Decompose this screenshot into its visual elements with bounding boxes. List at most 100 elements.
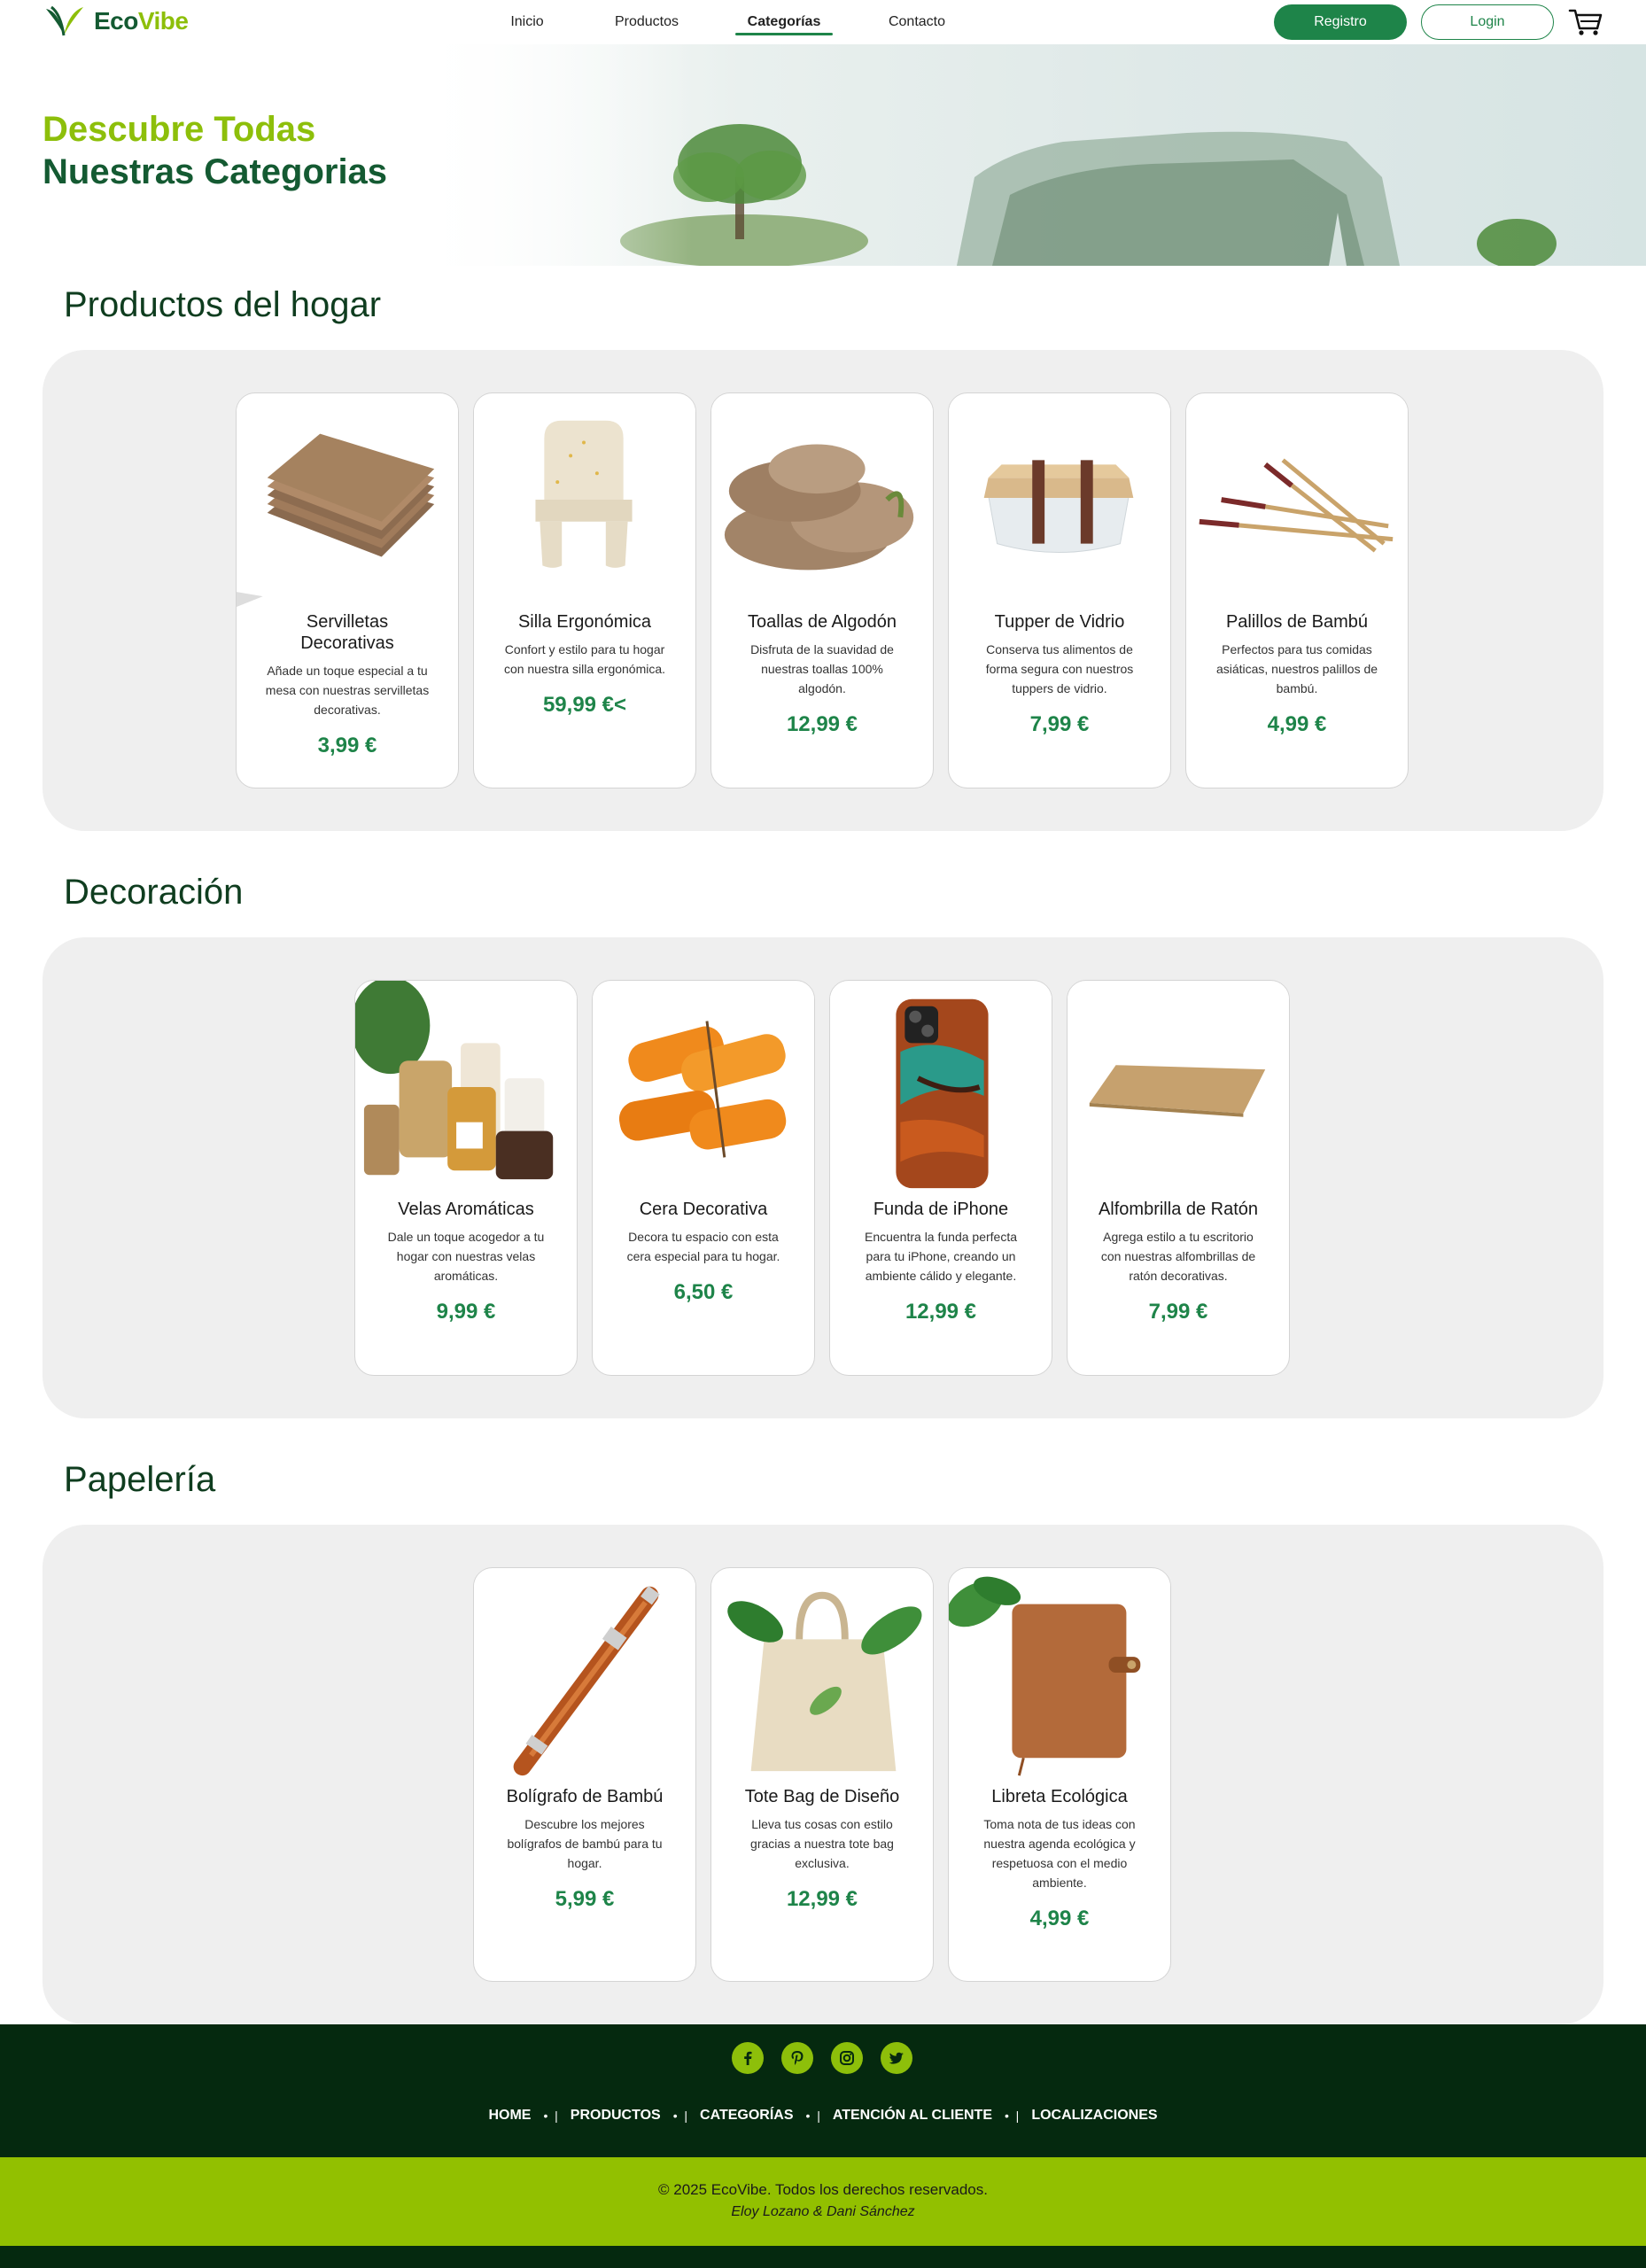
- instagram-icon[interactable]: [831, 2042, 863, 2074]
- product-description: Descubre los mejores bolígrafos de bambú…: [507, 1817, 663, 1870]
- footer-link-categorias[interactable]: CATEGORÍAS: [700, 2108, 793, 2124]
- product-name: Cera Decorativa: [639, 1200, 768, 1219]
- product-description: Añade un toque especial a tu mesa con nu…: [265, 664, 430, 717]
- product-card[interactable]: Funda de iPhone Encuentra la funda perfe…: [829, 980, 1052, 1376]
- product-description: Perfectos para tus comidas asiáticas, nu…: [1215, 642, 1378, 695]
- product-price: 9,99 €: [436, 1300, 496, 1324]
- product-card[interactable]: Alfombrilla de Ratón Agrega estilo a tu …: [1067, 980, 1290, 1376]
- product-card[interactable]: Bolígrafo de Bambú Descubre los mejores …: [473, 1567, 696, 1982]
- hero-heading: Descubre Todas Nuestras Categorias: [43, 108, 387, 193]
- candles-image: [355, 981, 577, 1195]
- brand-name-vibe: Vibe: [137, 7, 189, 35]
- facebook-icon[interactable]: [732, 2042, 764, 2074]
- copyright-text: © 2025 EcoVibe. Todos los derechos reser…: [658, 2181, 988, 2198]
- product-price: 7,99 €: [1029, 712, 1090, 736]
- towels-image: [711, 393, 933, 608]
- footer-link-home[interactable]: HOME: [488, 2108, 531, 2124]
- footer-separator: • |: [672, 2109, 688, 2123]
- section-title-hogar: Productos del hogar: [64, 285, 382, 324]
- product-description: Confort y estilo para tu hogar con nuest…: [503, 642, 666, 676]
- footer: HOME • | PRODUCTOS • | CATEGORÍAS • | AT…: [0, 2024, 1646, 2157]
- product-name: Bolígrafo de Bambú: [506, 1787, 664, 1806]
- nav-link-inicio[interactable]: Inicio: [478, 0, 576, 44]
- footer-separator: • |: [543, 2109, 558, 2123]
- chopsticks-image: [1186, 393, 1408, 608]
- product-price: 12,99 €: [786, 1887, 858, 1911]
- notebook-image: [949, 1568, 1170, 1783]
- product-description: Decora tu espacio con esta cera especial…: [626, 1230, 780, 1263]
- nav-link-productos[interactable]: Productos: [576, 0, 718, 44]
- product-card[interactable]: Servilletas Decorativas Añade un toque e…: [236, 392, 459, 788]
- section-panel-papeleria: Bolígrafo de Bambú Descubre los mejores …: [43, 1525, 1603, 2024]
- footer-bottom-strip: [0, 2246, 1646, 2268]
- product-price: 12,99 €: [905, 1300, 977, 1324]
- footer-nav: HOME • | PRODUCTOS • | CATEGORÍAS • | AT…: [0, 2108, 1646, 2124]
- product-card[interactable]: Velas Aromáticas Dale un toque acogedor …: [354, 980, 578, 1376]
- login-button[interactable]: Login: [1421, 4, 1554, 40]
- napkins-image: [237, 393, 458, 608]
- leaf-logo-icon: [46, 5, 83, 36]
- product-card[interactable]: Tupper de Vidrio Conserva tus alimentos …: [948, 392, 1171, 788]
- pinterest-icon[interactable]: [781, 2042, 813, 2074]
- tote-bag-image: [711, 1568, 933, 1783]
- brand-name-eco: Eco: [94, 7, 138, 35]
- product-card[interactable]: Cera Decorativa Decora tu espacio con es…: [592, 980, 815, 1376]
- top-navbar: EcoVibe Inicio Productos Categorías Cont…: [0, 0, 1646, 44]
- product-name: Funda de iPhone: [873, 1200, 1009, 1219]
- section-title-papeleria: Papelería: [64, 1460, 216, 1499]
- product-name: Silla Ergonómica: [517, 612, 652, 632]
- wax-image: [593, 981, 814, 1195]
- footer-separator: • |: [805, 2109, 820, 2123]
- product-description: Conserva tus alimentos de forma segura c…: [985, 642, 1134, 695]
- product-price: 4,99 €: [1267, 712, 1327, 736]
- footer-link-localizaciones[interactable]: LOCALIZACIONES: [1031, 2108, 1157, 2124]
- registro-button[interactable]: Registro: [1274, 4, 1407, 40]
- product-name: Tupper de Vidrio: [994, 612, 1125, 632]
- cart-icon[interactable]: [1568, 7, 1603, 37]
- product-card[interactable]: Libreta Ecológica Toma nota de tus ideas…: [948, 1567, 1171, 1982]
- product-price: 7,99 €: [1148, 1300, 1208, 1324]
- footer-separator: • |: [1005, 2109, 1020, 2123]
- product-card[interactable]: Tote Bag de Diseño Lleva tus cosas con e…: [710, 1567, 934, 1982]
- hero-line1: Descubre Todas: [43, 110, 316, 149]
- product-name: Toallas de Algodón: [748, 612, 897, 632]
- product-price: 6,50 €: [673, 1280, 734, 1304]
- mousepad-image: [1068, 981, 1289, 1195]
- product-card[interactable]: Silla Ergonómica Confort y estilo para t…: [473, 392, 696, 788]
- footer-link-productos[interactable]: PRODUCTOS: [571, 2108, 661, 2124]
- product-description: Toma nota de tus ideas con nuestra agend…: [983, 1817, 1136, 1890]
- footer-copyright-bar: © 2025 EcoVibe. Todos los derechos reser…: [0, 2157, 1646, 2246]
- product-name: Servilletas Decorativas: [300, 612, 394, 653]
- phone-case-image: [830, 981, 1052, 1195]
- brand-logo[interactable]: EcoVibe: [44, 5, 189, 37]
- twitter-icon[interactable]: [881, 2042, 912, 2074]
- product-card[interactable]: Toallas de Algodón Disfruta de la suavid…: [710, 392, 934, 788]
- hero-line2: Nuestras Categorias: [43, 152, 388, 191]
- product-card[interactable]: Palillos de Bambú Perfectos para tus com…: [1185, 392, 1409, 788]
- product-price: 5,99 €: [555, 1887, 615, 1911]
- product-price: 12,99 €: [786, 712, 858, 736]
- section-panel-hogar: Servilletas Decorativas Añade un toque e…: [43, 350, 1603, 831]
- product-name: Palillos de Bambú: [1225, 612, 1369, 632]
- main-nav: Inicio Productos Categorías Contacto: [478, 0, 983, 44]
- section-panel-decoracion: Velas Aromáticas Dale un toque acogedor …: [43, 937, 1603, 1418]
- social-links: [732, 2042, 912, 2074]
- product-name: Velas Aromáticas: [398, 1200, 534, 1219]
- nav-link-categorias[interactable]: Categorías: [718, 0, 850, 44]
- nav-link-contacto[interactable]: Contacto: [850, 0, 983, 44]
- product-description: Disfruta de la suavidad de nuestras toal…: [750, 642, 894, 695]
- product-name: Tote Bag de Diseño: [744, 1787, 900, 1806]
- product-name: Libreta Ecológica: [991, 1787, 1128, 1806]
- section-title-decoracion: Decoración: [64, 873, 244, 912]
- product-description: Dale un toque acogedor a tu hogar con nu…: [387, 1230, 545, 1283]
- product-price: 3,99 €: [317, 734, 377, 757]
- product-price: 4,99 €: [1029, 1907, 1090, 1930]
- authors-text: Eloy Lozano & Dani Sánchez: [731, 2204, 915, 2219]
- footer-link-atencion[interactable]: ATENCIÓN AL CLIENTE: [833, 2108, 992, 2124]
- product-name: Alfombrilla de Ratón: [1098, 1200, 1259, 1219]
- chair-image: [474, 393, 695, 608]
- product-description: Encuentra la funda perfecta para tu iPho…: [864, 1230, 1017, 1283]
- hero-banner: Descubre Todas Nuestras Categorias: [0, 44, 1646, 266]
- glass-container-image: [949, 393, 1170, 608]
- product-description: Agrega estilo a tu escritorio con nuestr…: [1100, 1230, 1256, 1283]
